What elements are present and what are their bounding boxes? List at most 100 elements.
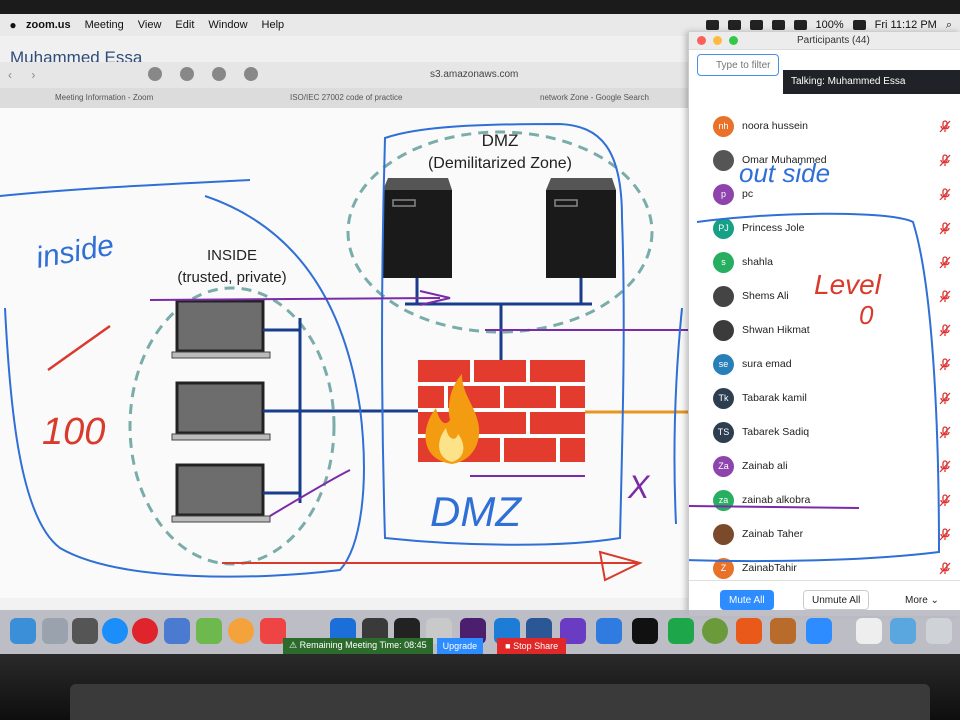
zoom-share-toolbar: ⚠ Remaining Meeting Time: 08:45 Upgrade … <box>283 638 567 654</box>
app-icon[interactable] <box>196 618 222 644</box>
muted-mic-icon[interactable] <box>939 494 951 507</box>
muted-mic-icon[interactable] <box>939 256 951 269</box>
annotation-check-mark <box>47 324 111 372</box>
panel-title-bar: Participants (44) <box>689 32 960 50</box>
stop-share-button[interactable]: ■ Stop Share <box>497 638 567 654</box>
browser-icons <box>148 67 258 81</box>
avatar <box>713 286 734 307</box>
muted-mic-icon[interactable] <box>939 290 951 303</box>
participant-row[interactable]: p pc <box>689 178 960 212</box>
participant-row[interactable]: s shahla <box>689 246 960 280</box>
sublime-icon[interactable] <box>736 618 762 644</box>
zoom-window-icon[interactable] <box>729 36 738 45</box>
android-studio-icon[interactable] <box>702 618 728 644</box>
menu-meeting[interactable]: Meeting <box>85 19 124 31</box>
avatar: p <box>713 184 734 205</box>
muted-mic-icon[interactable] <box>939 120 951 133</box>
text-input-icon[interactable] <box>749 20 763 30</box>
participant-row[interactable]: Omar Muhammed <box>689 144 960 178</box>
share-icon[interactable] <box>244 67 258 81</box>
clock[interactable]: Fri 11:12 PM <box>875 19 937 31</box>
unmute-all-button[interactable]: Unmute All <box>803 590 870 610</box>
address-bar[interactable]: s3.amazonaws.com <box>430 69 518 80</box>
muted-mic-icon[interactable] <box>939 392 951 405</box>
tab-iso-code[interactable]: ISO/IEC 27002 code of practice <box>290 93 403 102</box>
menu-help[interactable]: Help <box>262 19 285 31</box>
spotlight-icon[interactable]: ⌕ <box>946 19 952 32</box>
participant-row[interactable]: za zainab alkobra <box>689 484 960 518</box>
browser-toolbar: ‹ › s3.amazonaws.com <box>0 62 690 88</box>
server-right <box>546 178 616 278</box>
inside-subtitle: (trusted, private) <box>177 269 286 286</box>
annotation-x-mark: X <box>627 469 651 505</box>
talking-indicator: Talking: Muhammed Essa <box>783 70 960 94</box>
battery-percent: 100% <box>815 19 844 31</box>
document-icon[interactable] <box>856 618 882 644</box>
activity-monitor-icon[interactable] <box>632 618 658 644</box>
participant-row[interactable]: Zainab Taher <box>689 518 960 552</box>
battery-icon[interactable] <box>852 20 866 30</box>
participant-row[interactable]: Shwan Hikmat <box>689 314 960 348</box>
participant-search-input[interactable] <box>697 54 779 76</box>
more-button[interactable]: More ⌄ <box>897 590 947 610</box>
screen: ● zoom.us Meeting View Edit Window Help … <box>0 14 960 654</box>
participant-row[interactable]: Tk Tabarak kamil <box>689 382 960 416</box>
minimize-icon[interactable] <box>713 36 722 45</box>
muted-mic-icon[interactable] <box>939 324 951 337</box>
muted-mic-icon[interactable] <box>939 528 951 541</box>
trash-icon[interactable] <box>926 618 952 644</box>
avatar: za <box>713 490 734 511</box>
menu-edit[interactable]: Edit <box>175 19 194 31</box>
participant-row[interactable]: Za Zainab ali <box>689 450 960 484</box>
nav-buttons[interactable]: ‹ › <box>8 68 43 82</box>
participant-row[interactable]: nh noora hussein <box>689 110 960 144</box>
opera-icon[interactable] <box>132 618 158 644</box>
muted-mic-icon[interactable] <box>939 188 951 201</box>
participant-name: noora hussein <box>742 120 808 132</box>
reader-icon[interactable] <box>212 67 226 81</box>
avatar: Tk <box>713 388 734 409</box>
menu-app[interactable]: zoom.us <box>26 19 71 31</box>
muted-mic-icon[interactable] <box>939 154 951 167</box>
wifi-icon[interactable] <box>771 20 785 30</box>
camtasia-icon[interactable] <box>668 618 694 644</box>
minecraft-icon[interactable] <box>770 618 796 644</box>
muted-mic-icon[interactable] <box>939 562 951 575</box>
participant-row[interactable]: PJ Princess Jole <box>689 212 960 246</box>
safari-icon[interactable] <box>102 618 128 644</box>
display-icon[interactable] <box>727 20 741 30</box>
launchpad-icon[interactable] <box>42 618 68 644</box>
preview-icon[interactable] <box>164 618 190 644</box>
muted-mic-icon[interactable] <box>939 426 951 439</box>
tab-network-zone[interactable]: network Zone - Google Search <box>540 93 649 102</box>
apple-icon[interactable]: ● <box>0 18 26 32</box>
folder-icon[interactable] <box>890 618 916 644</box>
rocket-icon[interactable] <box>72 618 98 644</box>
shield-icon[interactable] <box>148 67 162 81</box>
xcode-icon[interactable] <box>596 618 622 644</box>
upgrade-button[interactable]: Upgrade <box>436 638 484 654</box>
participant-row[interactable]: se sura emad <box>689 348 960 382</box>
menu-view[interactable]: View <box>138 19 162 31</box>
mute-all-button[interactable]: Mute All <box>720 590 774 610</box>
annotation-line <box>0 179 251 197</box>
participant-row[interactable]: TS Tabarek Sadiq <box>689 416 960 450</box>
participant-name: Tabarak kamil <box>742 392 807 404</box>
extension-icon[interactable] <box>180 67 194 81</box>
volume-icon[interactable] <box>793 20 807 30</box>
muted-mic-icon[interactable] <box>939 460 951 473</box>
close-icon[interactable] <box>697 36 706 45</box>
finder-icon[interactable] <box>10 618 36 644</box>
avatar: nh <box>713 116 734 137</box>
muted-mic-icon[interactable] <box>939 358 951 371</box>
menu-window[interactable]: Window <box>208 19 247 31</box>
tab-meeting-info[interactable]: Meeting Information - Zoom <box>55 93 153 102</box>
zoom-app-icon[interactable] <box>806 618 832 644</box>
annotation-inside: inside <box>33 229 116 275</box>
camera-icon[interactable] <box>705 20 719 30</box>
muted-mic-icon[interactable] <box>939 222 951 235</box>
participant-row[interactable]: Shems Ali <box>689 280 960 314</box>
participant-name: Zainab ali <box>742 460 788 472</box>
avatar: Z <box>713 558 734 579</box>
photos-icon[interactable] <box>228 618 254 644</box>
